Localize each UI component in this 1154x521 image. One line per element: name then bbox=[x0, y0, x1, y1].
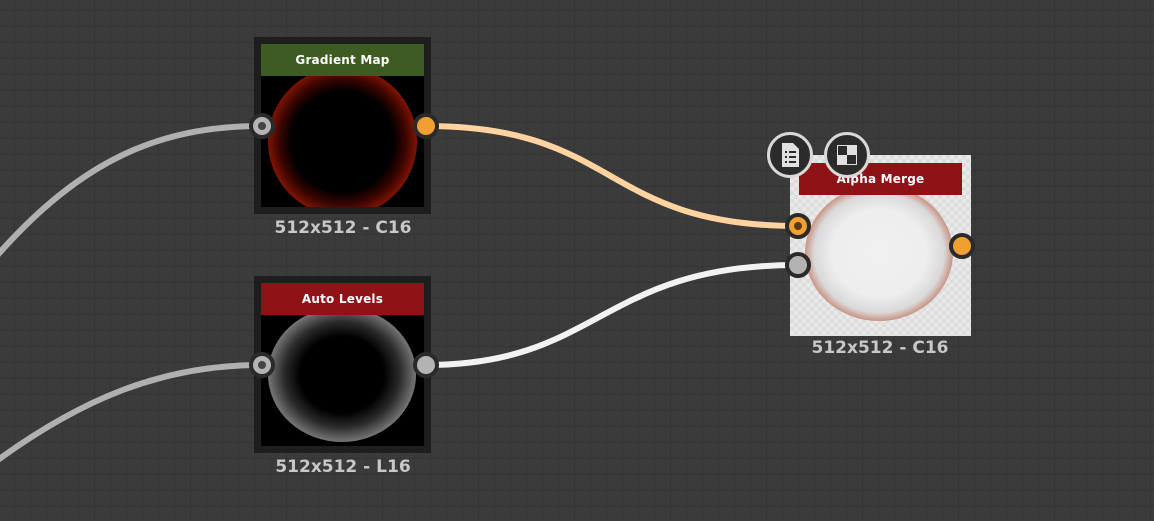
wire-levels-to-merge[interactable] bbox=[425, 262, 799, 368]
auto-levels-input-port[interactable] bbox=[249, 352, 275, 378]
node-title: Auto Levels bbox=[261, 283, 424, 315]
gradient-map-preview bbox=[261, 67, 424, 207]
wire-to-auto-levels[interactable] bbox=[0, 362, 263, 463]
auto-levels-output-port[interactable] bbox=[413, 352, 439, 378]
gradient-map-node[interactable]: Gradient Map bbox=[254, 37, 431, 214]
connections-layer bbox=[0, 123, 799, 463]
alpha-merge-output-port[interactable] bbox=[949, 233, 975, 259]
gradient-map-input-port[interactable] bbox=[249, 113, 275, 139]
auto-levels-thumbnail: Auto Levels bbox=[261, 283, 424, 446]
graph-canvas[interactable]: Gradient Map 512x512 - C16 Auto Levels 5… bbox=[0, 0, 1154, 521]
gradient-map-output-port[interactable] bbox=[413, 113, 439, 139]
wire-gradient-to-merge[interactable] bbox=[425, 123, 799, 229]
checker-icon bbox=[837, 145, 857, 165]
auto-levels-node[interactable]: Auto Levels bbox=[254, 276, 431, 453]
document-list-icon bbox=[782, 143, 799, 167]
gradient-map-resolution: 512x512 - C16 bbox=[274, 218, 412, 238]
alpha-merge-node[interactable]: Alpha Merge bbox=[790, 155, 971, 336]
auto-levels-resolution: 512x512 - L16 bbox=[275, 457, 411, 477]
alpha-merge-input-foreground-port[interactable] bbox=[785, 213, 811, 239]
checker-button[interactable] bbox=[824, 132, 870, 178]
alpha-merge-resolution: 512x512 - C16 bbox=[811, 338, 949, 358]
merge-disc-image bbox=[805, 185, 953, 321]
gradient-ring-image bbox=[268, 67, 417, 207]
document-list-button[interactable] bbox=[767, 132, 813, 178]
gradient-map-thumbnail: Gradient Map bbox=[261, 44, 424, 207]
wire-to-gradient-map[interactable] bbox=[0, 123, 263, 258]
node-title: Gradient Map bbox=[261, 44, 424, 76]
alpha-merge-input-background-port[interactable] bbox=[785, 252, 811, 278]
levels-disc-image bbox=[268, 307, 416, 442]
node-title: Alpha Merge bbox=[799, 163, 962, 195]
auto-levels-preview bbox=[261, 307, 424, 446]
